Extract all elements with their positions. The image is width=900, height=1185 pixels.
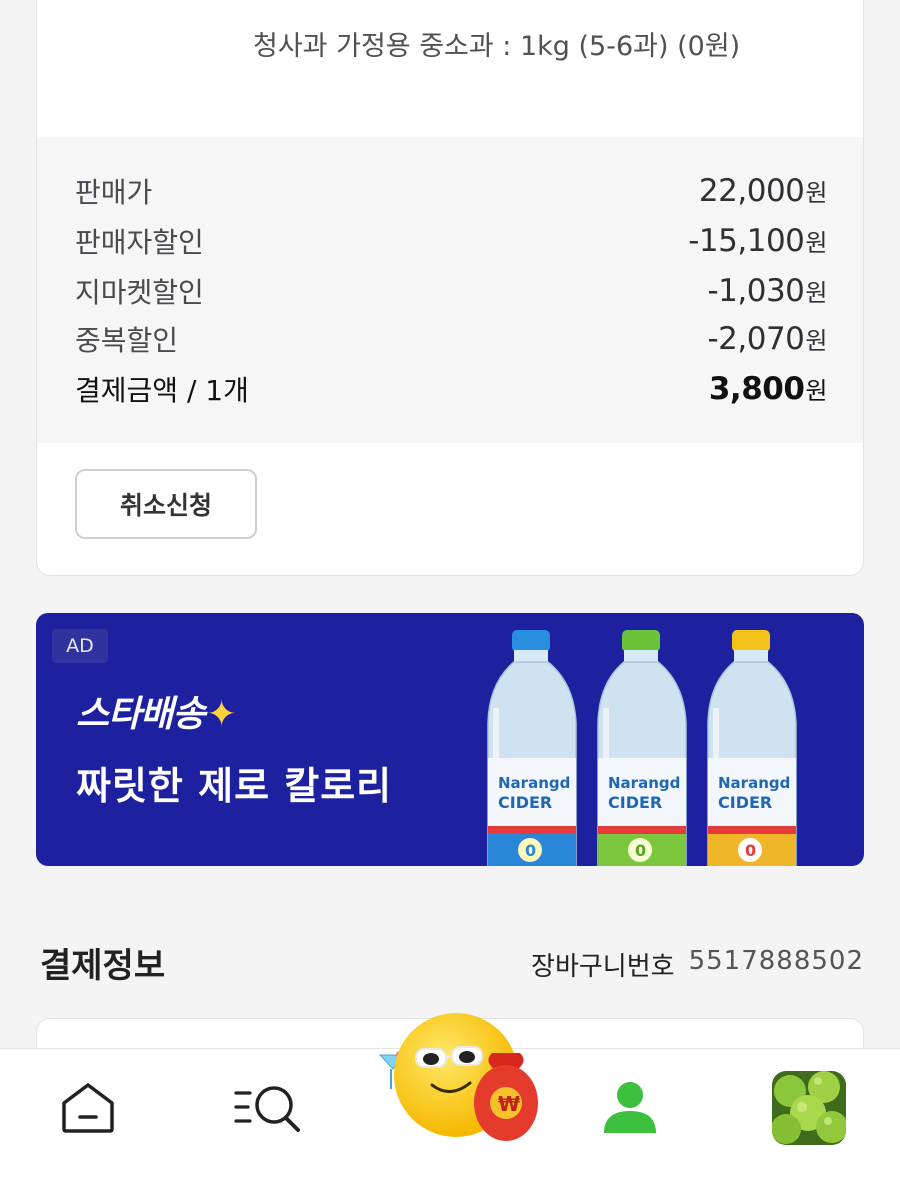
price-row-sale-price: 판매가 22,000원 bbox=[75, 167, 827, 215]
cider-bottles-image: Narangd CIDER 0 Narangd CIDER 0 Narangd … bbox=[487, 630, 797, 866]
price-label: 중복할인 bbox=[75, 324, 179, 357]
svg-text:₩: ₩ bbox=[498, 1092, 520, 1116]
price-label: 판매자할인 bbox=[75, 226, 204, 259]
total-value: 3,800원 bbox=[708, 371, 828, 407]
price-value: -2,070원 bbox=[707, 321, 827, 357]
bottle-yellow: Narangd CIDER 0 bbox=[707, 630, 797, 866]
ad-headline: 짜릿한 제로 칼로리 bbox=[76, 764, 393, 808]
price-summary: 판매가 22,000원 판매자할인 -15,100원 지마켓할인 -1,030원… bbox=[37, 137, 863, 443]
bottle-blue: Narangd CIDER 0 bbox=[487, 630, 577, 866]
ad-banner[interactable]: AD 스타배송✦ 짜릿한 제로 칼로리 Narangd CIDER 0 Nara… bbox=[36, 613, 864, 866]
svg-text:0: 0 bbox=[745, 841, 756, 860]
my-page-icon bbox=[604, 1082, 656, 1133]
home-icon bbox=[62, 1083, 114, 1133]
ad-brand-logo: 스타배송✦ bbox=[76, 694, 237, 735]
option-text: 청사과 가정용 중소과 : 1kg (5-6과) (0원) bbox=[253, 31, 741, 62]
order-card: 청사과 가정용 중소과 : 1kg (5-6과) (0원) 판매가 22,000… bbox=[36, 0, 864, 576]
cart-number-info: 장바구니번호 5517888502 bbox=[531, 946, 864, 983]
price-label: 지마켓할인 bbox=[75, 276, 204, 309]
svg-text:0: 0 bbox=[525, 841, 536, 860]
sparkle-icon: ✦ bbox=[206, 694, 236, 735]
svg-text:CIDER: CIDER bbox=[608, 793, 662, 812]
mascot-money-icon: ₩ bbox=[378, 1013, 538, 1141]
category-search-icon bbox=[234, 1086, 300, 1132]
price-value: 22,000원 bbox=[698, 173, 828, 209]
price-value: -15,100원 bbox=[688, 223, 827, 259]
recent-item-thumbnail bbox=[772, 1071, 846, 1145]
ad-badge: AD bbox=[52, 629, 108, 663]
total-label: 결제금액 / 1개 bbox=[75, 374, 249, 407]
svg-text:CIDER: CIDER bbox=[498, 793, 552, 812]
price-row-seller-discount: 판매자할인 -15,100원 bbox=[75, 217, 827, 265]
nav-my-page[interactable] bbox=[600, 1077, 660, 1137]
price-row-total: 결제금액 / 1개 3,800원 bbox=[75, 365, 827, 413]
price-row-duplicate-discount: 중복할인 -2,070원 bbox=[75, 315, 827, 363]
svg-text:Narangd: Narangd bbox=[498, 774, 570, 792]
price-value: -1,030원 bbox=[707, 273, 827, 309]
nav-home[interactable] bbox=[56, 1079, 120, 1135]
svg-text:0: 0 bbox=[635, 841, 646, 860]
nav-mascot-button[interactable]: ₩ bbox=[376, 1013, 541, 1153]
svg-text:CIDER: CIDER bbox=[718, 793, 772, 812]
price-row-gmarket-discount: 지마켓할인 -1,030원 bbox=[75, 267, 827, 315]
nav-recent-item[interactable] bbox=[772, 1071, 846, 1145]
svg-text:Narangd: Narangd bbox=[608, 774, 680, 792]
bottom-nav: ₩ bbox=[0, 1013, 900, 1185]
nav-category-search[interactable] bbox=[232, 1079, 308, 1135]
bottle-green: Narangd CIDER 0 bbox=[597, 630, 687, 866]
cart-number-label: 장바구니번호 bbox=[531, 952, 675, 982]
svg-text:Narangd: Narangd bbox=[718, 774, 790, 792]
price-label: 판매가 bbox=[75, 176, 153, 209]
cart-number-value: 5517888502 bbox=[688, 946, 864, 976]
cancel-request-button[interactable]: 취소신청 bbox=[75, 469, 257, 539]
payment-info-title: 결제정보 bbox=[40, 946, 166, 986]
